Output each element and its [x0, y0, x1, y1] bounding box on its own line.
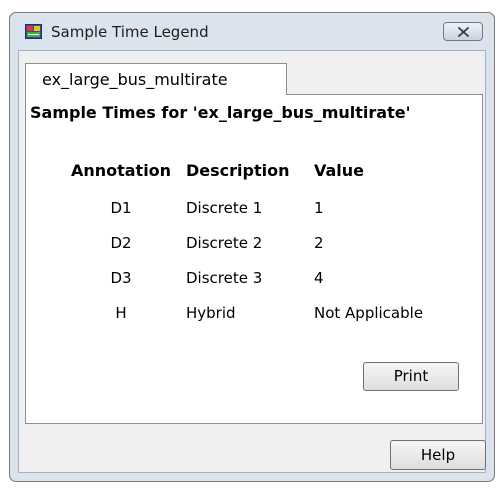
column-header-description: Description: [186, 161, 290, 180]
annotation-cell: H: [115, 304, 127, 322]
print-button[interactable]: Print: [363, 362, 459, 391]
description-cell: Discrete 3: [186, 269, 263, 287]
tab-panel: Sample Times for 'ex_large_bus_multirate…: [25, 94, 483, 424]
window-title: Sample Time Legend: [51, 23, 209, 41]
value-cell: 2: [314, 234, 324, 252]
value-cell: Not Applicable: [314, 304, 424, 322]
value-cell: 4: [314, 269, 324, 287]
annotation-cell: D3: [110, 269, 132, 287]
annotation-cell: D1: [110, 199, 132, 217]
simulink-model-icon: [25, 24, 42, 39]
help-button[interactable]: Help: [390, 440, 486, 470]
panel-heading: Sample Times for 'ex_large_bus_multirate…: [30, 103, 411, 122]
description-cell: Discrete 2: [186, 234, 263, 252]
title-bar[interactable]: Sample Time Legend: [10, 13, 494, 51]
column-header-annotation: Annotation: [70, 161, 172, 180]
close-button[interactable]: [443, 22, 483, 41]
dialog-client-area: ex_large_bus_multirate Sample Times for …: [18, 50, 486, 473]
column-header-value: Value: [314, 161, 365, 180]
tab-label: ex_large_bus_multirate: [42, 70, 228, 89]
description-cell: Hybrid: [186, 304, 236, 322]
sample-time-legend-window: Sample Time Legend ex_large_bus_multirat…: [9, 12, 495, 482]
tab-ex-large-bus-multirate[interactable]: ex_large_bus_multirate: [25, 63, 287, 95]
value-cell: 1: [314, 199, 324, 217]
description-cell: Discrete 1: [186, 199, 263, 217]
annotation-cell: D2: [110, 234, 132, 252]
close-icon: [458, 27, 469, 37]
